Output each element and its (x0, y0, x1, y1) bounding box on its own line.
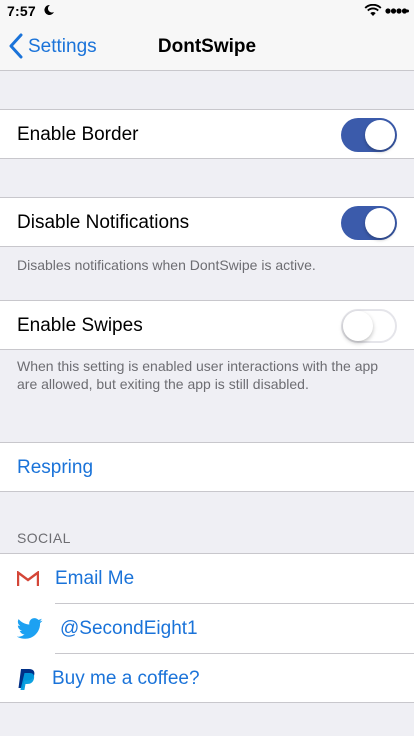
enable-border-label: Enable Border (17, 124, 139, 145)
twitter-icon (17, 618, 43, 639)
toggle-knob (365, 208, 395, 238)
disable-notifications-cell: Disable Notifications (0, 197, 414, 247)
social-section-header: SOCIAL (17, 530, 71, 546)
enable-border-toggle[interactable] (341, 118, 397, 152)
navigation-bar: Settings DontSwipe (0, 22, 414, 71)
buy-me-a-coffee-label[interactable]: Buy me a coffee? (52, 668, 200, 690)
signal-strength-icon (385, 8, 409, 14)
email-me-label[interactable]: Email Me (55, 568, 134, 590)
enable-swipes-cell: Enable Swipes (0, 300, 414, 350)
paypal-row[interactable]: Buy me a coffee? (0, 654, 414, 704)
paypal-icon (18, 669, 35, 690)
email-me-row[interactable]: Email Me (0, 554, 414, 604)
toggle-knob (365, 120, 395, 150)
disable-notifications-toggle[interactable] (341, 206, 397, 240)
twitter-handle-label[interactable]: @SecondEight1 (60, 618, 198, 640)
social-group: Email Me @SecondEight1 Buy me a coffee? (0, 553, 414, 703)
enable-border-cell: Enable Border (0, 109, 414, 159)
twitter-row[interactable]: @SecondEight1 (0, 604, 414, 654)
enable-swipes-label: Enable Swipes (17, 315, 143, 336)
disable-notifications-footer: Disables notifications when DontSwipe is… (17, 257, 316, 273)
enable-swipes-toggle[interactable] (341, 309, 397, 343)
wifi-icon (364, 4, 382, 16)
enable-swipes-footer: When this setting is enabled user intera… (17, 358, 379, 392)
status-time: 7:57 (7, 3, 36, 19)
toggle-knob (343, 311, 373, 341)
gmail-icon (17, 571, 39, 586)
disable-notifications-label: Disable Notifications (17, 212, 190, 233)
status-bar: 7:57 (0, 0, 414, 22)
page-title: DontSwipe (157, 36, 257, 57)
do-not-disturb-moon-icon (44, 4, 54, 15)
respring-button[interactable]: Respring (17, 457, 93, 479)
respring-cell[interactable]: Respring (0, 442, 414, 492)
